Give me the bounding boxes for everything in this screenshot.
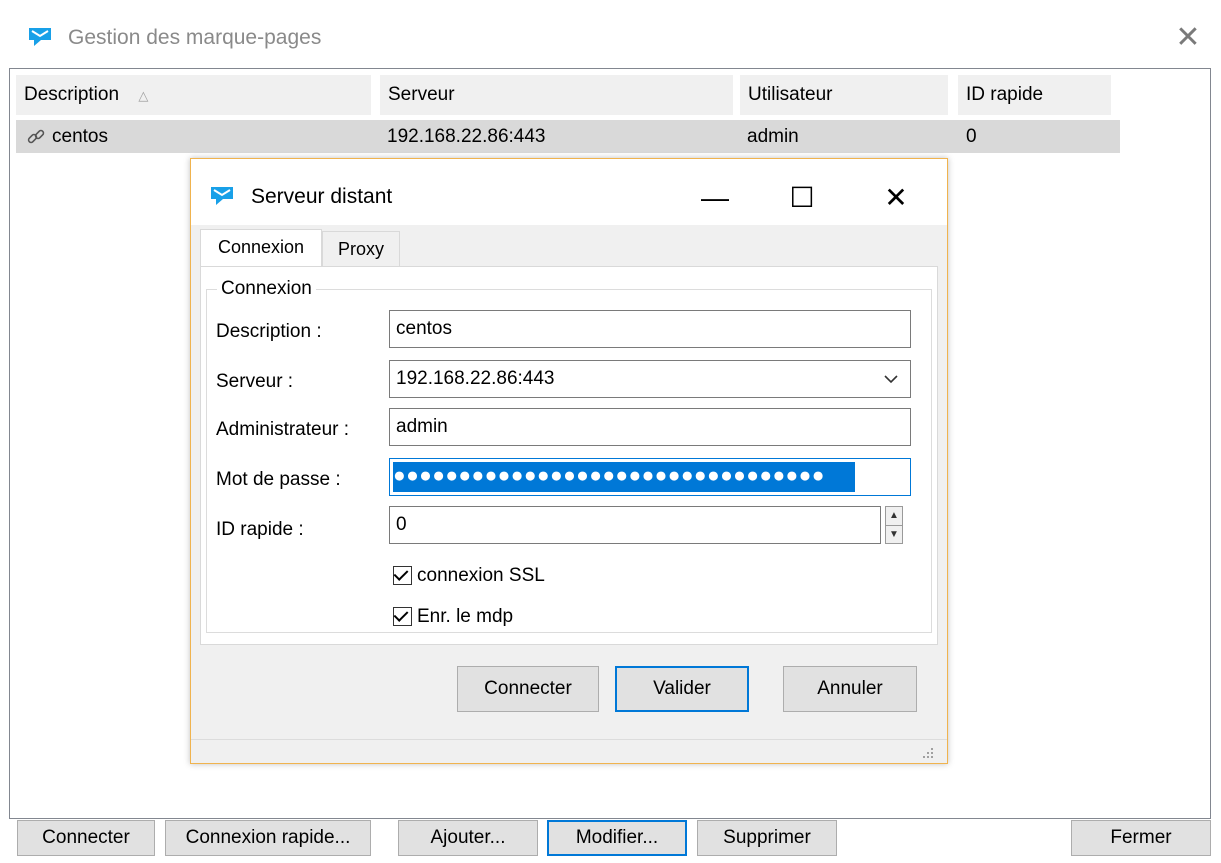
connect-button[interactable]: Connecter — [17, 820, 155, 856]
add-button[interactable]: Ajouter... — [398, 820, 538, 856]
row-quick-id: 0 — [966, 126, 977, 147]
ssl-checkbox[interactable] — [393, 566, 412, 585]
minimize-icon[interactable]: — — [685, 173, 745, 223]
cancel-button[interactable]: Annuler — [783, 666, 917, 712]
connexion-groupbox: Connexion Description : centos Serveur :… — [206, 278, 932, 633]
close-icon[interactable]: ✕ — [866, 173, 926, 223]
outer-window-title: Gestion des marque-pages — [68, 26, 322, 49]
column-header-server[interactable]: Serveur — [380, 75, 733, 115]
maximize-icon[interactable]: ☐ — [772, 173, 832, 223]
password-selected-text: ●●●●●●●●●●●●●●●●●●●●●●●●●●●●●●●●● — [393, 462, 855, 492]
app-icon — [29, 28, 51, 46]
server-value: 192.168.22.86:443 — [396, 368, 555, 389]
quick-id-input[interactable]: 0 — [389, 506, 881, 544]
remote-server-dialog: Serveur distant — ☐ ✕ Connexion Proxy Co… — [190, 158, 948, 764]
description-label: Description : — [216, 321, 322, 342]
check-icon — [393, 607, 409, 622]
quick-id-label: ID rapide : — [216, 519, 304, 540]
row-description: centos — [52, 126, 108, 147]
outer-title-bar: Gestion des marque-pages ✕ — [0, 0, 1221, 68]
quick-id-stepper[interactable]: ▲ ▼ — [885, 506, 903, 544]
column-header-description[interactable]: Description △ — [16, 75, 371, 115]
tab-panel-connexion: Connexion Description : centos Serveur :… — [200, 266, 938, 645]
stepper-down-icon[interactable]: ▼ — [886, 526, 902, 544]
group-label: Connexion — [217, 278, 316, 300]
quick-connect-button[interactable]: Connexion rapide... — [165, 820, 371, 856]
save-password-checkbox[interactable] — [393, 607, 412, 626]
modify-button[interactable]: Modifier... — [547, 820, 687, 856]
server-label: Serveur : — [216, 371, 294, 392]
stepper-up-icon[interactable]: ▲ — [886, 507, 902, 526]
delete-button[interactable]: Supprimer — [697, 820, 837, 856]
check-icon — [393, 566, 409, 581]
chevron-down-icon[interactable] — [884, 374, 898, 384]
row-server: 192.168.22.86:443 — [387, 126, 546, 147]
password-input[interactable]: ●●●●●●●●●●●●●●●●●●●●●●●●●●●●●●●●● — [389, 458, 911, 496]
row-user: admin — [747, 126, 799, 147]
admin-input[interactable]: admin — [389, 408, 911, 446]
server-combobox[interactable]: 192.168.22.86:443 — [389, 360, 911, 398]
save-password-label[interactable]: Enr. le mdp — [417, 605, 513, 629]
resize-grip-icon[interactable] — [919, 744, 935, 760]
admin-label: Administrateur : — [216, 419, 350, 440]
ssl-checkbox-label[interactable]: connexion SSL — [417, 564, 545, 588]
sort-ascending-icon: △ — [138, 88, 149, 103]
table-row[interactable] — [16, 120, 1120, 153]
dialog-title-bar[interactable]: Serveur distant — ☐ ✕ — [191, 159, 947, 225]
dialog-status-bar — [191, 739, 947, 763]
validate-button[interactable]: Valider — [615, 666, 749, 712]
tab-connexion[interactable]: Connexion — [200, 229, 322, 266]
close-button[interactable]: Fermer — [1071, 820, 1211, 856]
dialog-connect-button[interactable]: Connecter — [457, 666, 599, 712]
column-header-quick-id[interactable]: ID rapide — [958, 75, 1111, 115]
description-input[interactable]: centos — [389, 310, 911, 348]
column-header-user[interactable]: Utilisateur — [740, 75, 948, 115]
dialog-title: Serveur distant — [251, 185, 393, 208]
link-icon — [27, 129, 45, 144]
app-icon — [211, 187, 233, 205]
tab-proxy[interactable]: Proxy — [322, 231, 400, 267]
password-label: Mot de passe : — [216, 469, 341, 490]
close-icon[interactable]: ✕ — [1168, 18, 1208, 58]
